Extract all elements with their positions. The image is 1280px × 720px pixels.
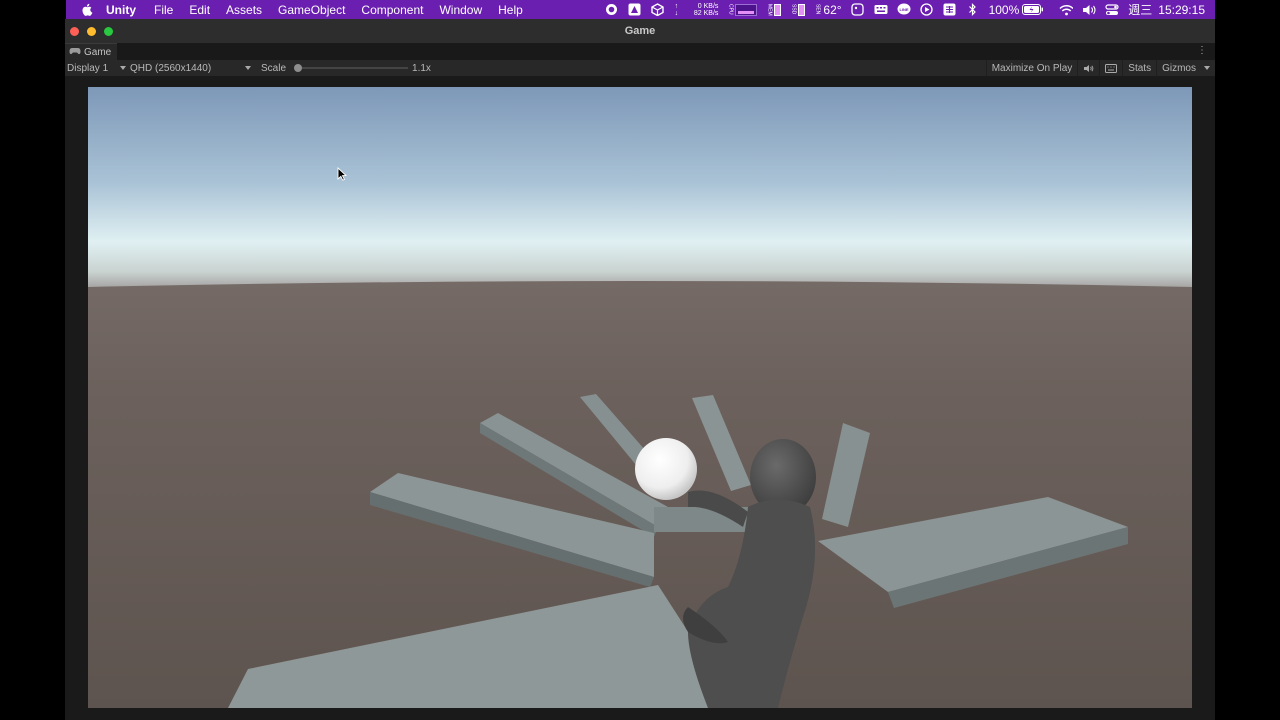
chevron-down-icon <box>245 66 251 70</box>
status-tray: ↑ ↓ 0 KB/s 82 KB/s CPU MEM SSD SEN 62° LI… <box>604 0 1215 19</box>
scale-slider-thumb[interactable] <box>294 64 303 72</box>
tab-options-icon[interactable]: ⋮ <box>1197 46 1207 56</box>
battery-percent: 100% <box>988 2 1020 17</box>
sensor-meter[interactable]: SEN <box>814 4 820 14</box>
scale-value: 1.1x <box>412 62 431 74</box>
window-titlebar[interactable]: Game <box>65 19 1215 43</box>
finder-square-icon[interactable] <box>851 3 865 16</box>
toolbar-right-group: Maximize On Play Stats Gizmos <box>985 59 1215 77</box>
apple-icon[interactable] <box>80 3 94 17</box>
ssd-meter[interactable]: SSD <box>790 3 806 16</box>
network-stats: 0 KB/s 82 KB/s <box>688 2 719 17</box>
minimize-window-button[interactable] <box>87 26 96 36</box>
maximize-on-play-button[interactable]: Maximize On Play <box>985 59 1078 77</box>
bluetooth-icon[interactable] <box>966 3 980 16</box>
mute-audio-icon[interactable] <box>1077 59 1099 77</box>
tab-game[interactable]: Game <box>65 43 118 60</box>
display-dropdown[interactable]: Display 1 <box>65 61 128 76</box>
day-of-week[interactable]: 週三 <box>1128 1 1152 18</box>
resolution-dropdown[interactable]: QHD (2560x1440) <box>128 61 253 76</box>
triangle-app-icon[interactable] <box>627 3 641 16</box>
sky <box>88 87 1192 302</box>
volume-icon[interactable] <box>1082 4 1096 16</box>
white-sphere <box>635 438 697 500</box>
control-center-icon[interactable] <box>1105 3 1119 16</box>
unity-game-window: Game Game ⋮ Display 1 QHD (2560x1440) Sc… <box>65 19 1215 720</box>
display-dropdown-label: Display 1 <box>67 62 109 74</box>
net-upload-rate: 0 KB/s <box>697 2 719 10</box>
close-window-button[interactable] <box>70 26 79 36</box>
menu-unity[interactable]: Unity <box>106 3 136 17</box>
resolution-dropdown-label: QHD (2560x1440) <box>130 62 212 74</box>
traffic-lights <box>70 26 113 36</box>
gizmos-button[interactable]: Gizmos <box>1156 59 1215 77</box>
line-chat-icon[interactable]: LINE <box>897 3 911 16</box>
mac-menu-bar: Unity File Edit Assets GameObject Compon… <box>66 0 1215 19</box>
gamepad-icon <box>69 47 81 58</box>
tab-label: Game <box>84 46 112 58</box>
battery-icon[interactable] <box>1022 4 1044 16</box>
menu-help[interactable]: Help <box>498 3 523 17</box>
window-title: Game <box>624 25 656 37</box>
game-view-toolbar: Display 1 QHD (2560x1440) Scale 1.1x Max… <box>65 59 1215 77</box>
menu-gameobject[interactable]: GameObject <box>278 3 345 17</box>
menu-file[interactable]: File <box>154 3 173 17</box>
gizmos-label: Gizmos <box>1162 62 1196 74</box>
unity-cube-icon[interactable] <box>650 3 664 16</box>
cpu-graph-meter[interactable]: CPU <box>727 3 758 16</box>
menu-window[interactable]: Window <box>439 3 482 17</box>
scale-slider[interactable] <box>294 62 409 74</box>
zoom-window-button[interactable] <box>104 26 113 36</box>
record-icon[interactable] <box>604 4 618 16</box>
scale-label: Scale <box>261 62 287 74</box>
chevron-down-icon <box>120 66 126 70</box>
menu-assets[interactable]: Assets <box>226 3 262 17</box>
game-viewport-frame <box>65 77 1215 720</box>
editor-tab-bar: Game ⋮ <box>65 43 1215 60</box>
wifi-icon[interactable] <box>1059 4 1074 16</box>
game-viewport[interactable] <box>88 87 1192 708</box>
menu-component[interactable]: Component <box>361 3 423 17</box>
network-arrows-icon: ↑ ↓ <box>674 2 679 17</box>
mouse-cursor-icon <box>337 167 347 181</box>
input-source-icon[interactable] <box>943 3 957 16</box>
temperature-readout[interactable]: 62° <box>823 3 841 17</box>
svg-text:LINE: LINE <box>899 7 908 12</box>
net-download-rate: 82 KB/s <box>693 9 719 17</box>
stats-button[interactable]: Stats <box>1122 59 1156 77</box>
keyboard-icon[interactable] <box>874 4 888 16</box>
chevron-down-icon <box>1204 66 1210 70</box>
menu-edit[interactable]: Edit <box>189 3 210 17</box>
keyboard-shortcuts-icon[interactable] <box>1099 59 1122 77</box>
clock-time[interactable]: 15:29:15 <box>1158 3 1205 17</box>
memory-meter[interactable]: MEM <box>766 3 782 16</box>
game-scene-render <box>88 87 1192 708</box>
scale-control: Scale 1.1x <box>261 62 431 74</box>
play-circle-icon[interactable] <box>920 3 934 16</box>
